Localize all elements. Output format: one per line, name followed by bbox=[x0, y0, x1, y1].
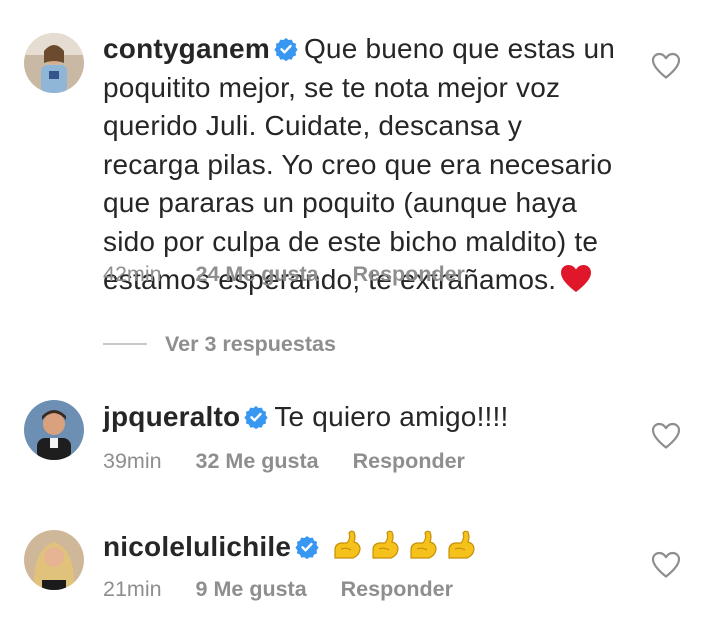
comment-text-line: que pararas un poquito (aunque haya bbox=[103, 187, 578, 218]
username[interactable]: nicolelulichile bbox=[103, 531, 291, 562]
reply-button[interactable]: Responder bbox=[353, 449, 465, 474]
timestamp: 21min bbox=[103, 577, 162, 601]
like-heart-icon[interactable] bbox=[651, 52, 681, 80]
flexed-biceps-emoji bbox=[405, 528, 439, 562]
flexed-biceps-emoji bbox=[329, 528, 363, 562]
likes-count[interactable]: 32 Me gusta bbox=[196, 449, 319, 474]
comment-body: contyganem Que bueno que estas un poquiti… bbox=[103, 30, 623, 300]
likes-count[interactable]: 24 Me gusta bbox=[196, 262, 319, 287]
username[interactable]: contyganem bbox=[103, 33, 270, 64]
flexed-biceps-emoji bbox=[443, 528, 477, 562]
verified-badge-icon bbox=[244, 405, 268, 429]
avatar[interactable] bbox=[24, 33, 84, 93]
view-replies-button[interactable]: Ver 3 respuestas bbox=[103, 330, 336, 358]
comment-meta: 21min 9 Me gusta Responder bbox=[103, 577, 453, 602]
view-replies-label: Ver 3 respuestas bbox=[165, 331, 336, 356]
comment-meta: 42min 24 Me gusta Responder bbox=[103, 262, 465, 287]
red-heart-emoji bbox=[560, 264, 592, 294]
replies-divider bbox=[103, 343, 147, 345]
verified-badge-icon bbox=[274, 37, 298, 61]
reply-button[interactable]: Responder bbox=[353, 262, 465, 287]
timestamp: 39min bbox=[103, 449, 162, 473]
comment-text-line: querido Juli. Cuidate, descansa y bbox=[103, 110, 523, 141]
comment-text-line: poquitito mejor, se te nota mejor voz bbox=[103, 71, 561, 103]
like-heart-icon[interactable] bbox=[651, 551, 681, 579]
comment-text-line: recarga pilas. Yo creo que era necesario bbox=[103, 148, 613, 180]
comment-body: jpqueralto Te quiero amigo!!!! bbox=[103, 398, 643, 437]
username[interactable]: jpqueralto bbox=[103, 401, 240, 432]
flexed-biceps-emoji bbox=[367, 528, 401, 562]
comment-text-line: Que bueno que estas un bbox=[303, 33, 616, 64]
comment-text: Te quiero amigo!!!! bbox=[274, 401, 509, 432]
likes-count[interactable]: 9 Me gusta bbox=[196, 577, 307, 602]
comment-text-line: sido por culpa de este bicho maldito) te bbox=[103, 225, 599, 257]
timestamp: 42min bbox=[103, 262, 162, 286]
comment-meta: 39min 32 Me gusta Responder bbox=[103, 449, 465, 474]
avatar[interactable] bbox=[24, 530, 84, 590]
verified-badge-icon bbox=[295, 535, 319, 559]
like-heart-icon[interactable] bbox=[651, 422, 681, 450]
avatar[interactable] bbox=[24, 400, 84, 460]
reply-button[interactable]: Responder bbox=[341, 577, 453, 602]
comment-body: nicolelulichile bbox=[103, 528, 643, 567]
